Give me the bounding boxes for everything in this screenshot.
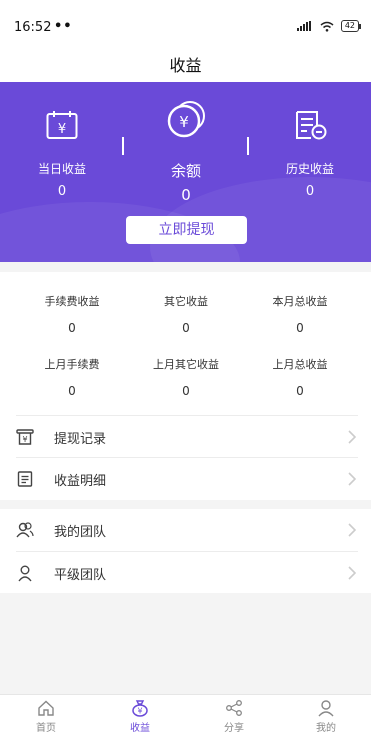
stat-label: 上月总收益 <box>272 358 328 371</box>
signal-icon <box>296 21 311 31</box>
earnings-bag-icon: ¥ <box>132 700 148 717</box>
stat-value: 0 <box>182 321 190 335</box>
stat-fee-earnings: 手续费收益 0 <box>10 293 134 335</box>
stat-other-earnings: 其它收益 0 <box>124 293 248 335</box>
status-bar: 16:52 •• 42 <box>0 0 371 40</box>
svg-text:¥: ¥ <box>22 435 27 444</box>
withdraw-button[interactable]: 立即提现 <box>126 216 247 244</box>
share-icon <box>226 700 242 716</box>
stat-label: 手续费收益 <box>44 295 100 308</box>
home-icon <box>38 700 54 716</box>
tab-label: 我的 <box>316 723 336 734</box>
profile-icon <box>318 700 334 717</box>
today-earnings-label: 当日收益 <box>37 162 86 176</box>
stat-value: 0 <box>68 321 76 335</box>
menu-item-label: 收益明细 <box>54 474 107 489</box>
menu-item-label: 提现记录 <box>54 432 107 447</box>
coin-yen-icon: ¥ <box>167 101 205 138</box>
status-dots: •• <box>54 19 73 34</box>
receipt-icon: ¥ <box>16 429 34 445</box>
stat-month-total: 本月总收益 0 <box>238 293 362 335</box>
page-title: 收益 <box>169 56 202 75</box>
divider <box>247 137 249 155</box>
stat-value: 0 <box>68 384 76 398</box>
history-earnings-value: 0 <box>305 184 315 199</box>
wifi-icon <box>320 21 334 32</box>
divider <box>122 137 124 155</box>
chevron-right-icon <box>348 523 357 537</box>
svg-text:¥: ¥ <box>179 113 189 131</box>
calendar-yen-icon: ¥ <box>46 111 78 139</box>
balance-label: 余额 <box>170 162 201 180</box>
bottom-tab-bar: 首页 ¥ 收益 分享 我的 <box>0 694 371 736</box>
team-icon <box>16 522 34 538</box>
status-time: 16:52 <box>14 20 52 35</box>
today-earnings-value: 0 <box>57 184 67 199</box>
stat-value: 0 <box>296 321 304 335</box>
history-earnings-label: 历史收益 <box>285 162 334 176</box>
tab-profile[interactable]: 我的 <box>280 699 371 734</box>
tab-home[interactable]: 首页 <box>0 699 92 734</box>
nav-bar: 收益 <box>0 40 371 82</box>
svg-text:¥: ¥ <box>137 707 142 716</box>
tab-label: 收益 <box>130 723 150 734</box>
earnings-stats-panel: 手续费收益 0 其它收益 0 本月总收益 0 上月手续费 0 上月其它收益 0 … <box>0 272 371 500</box>
tab-earnings[interactable]: ¥ 收益 <box>94 699 186 734</box>
stat-last-month-fee: 上月手续费 0 <box>10 356 134 398</box>
chevron-right-icon <box>348 430 357 444</box>
stat-label: 上月其它收益 <box>153 358 219 371</box>
menu-item-peer-team[interactable]: 平级团队 <box>16 551 358 593</box>
tab-share[interactable]: 分享 <box>188 699 280 734</box>
stat-last-month-other: 上月其它收益 0 <box>124 356 248 398</box>
stat-value: 0 <box>296 384 304 398</box>
team-panel: 我的团队 平级团队 <box>0 509 371 593</box>
chevron-right-icon <box>348 472 357 486</box>
stat-label: 其它收益 <box>164 295 208 308</box>
user-icon <box>18 565 32 582</box>
menu-item-withdraw-records[interactable]: ¥ 提现记录 <box>16 415 358 457</box>
chevron-right-icon <box>348 566 357 580</box>
battery-icon: 42 <box>340 20 362 32</box>
menu-item-label: 我的团队 <box>54 525 107 540</box>
list-doc-icon <box>17 471 33 487</box>
stat-last-month-total: 上月总收益 0 <box>238 356 362 398</box>
tab-label: 首页 <box>36 723 56 734</box>
stat-value: 0 <box>182 384 190 398</box>
tab-label: 分享 <box>224 723 244 734</box>
status-right: 42 <box>296 20 362 32</box>
menu-item-my-team[interactable]: 我的团队 <box>16 509 358 551</box>
menu-item-label: 平级团队 <box>54 568 107 583</box>
document-minus-icon <box>296 111 327 140</box>
menu-item-earnings-detail[interactable]: 收益明细 <box>16 457 358 499</box>
balance-value: 0 <box>181 186 191 204</box>
svg-text:¥: ¥ <box>58 122 66 137</box>
stat-label: 本月总收益 <box>272 295 328 308</box>
stat-label: 上月手续费 <box>44 358 100 371</box>
earnings-summary-banner: ¥ 当日收益 0 ¥ 余额 0 历史收益 0 立即提现 <box>0 82 371 262</box>
